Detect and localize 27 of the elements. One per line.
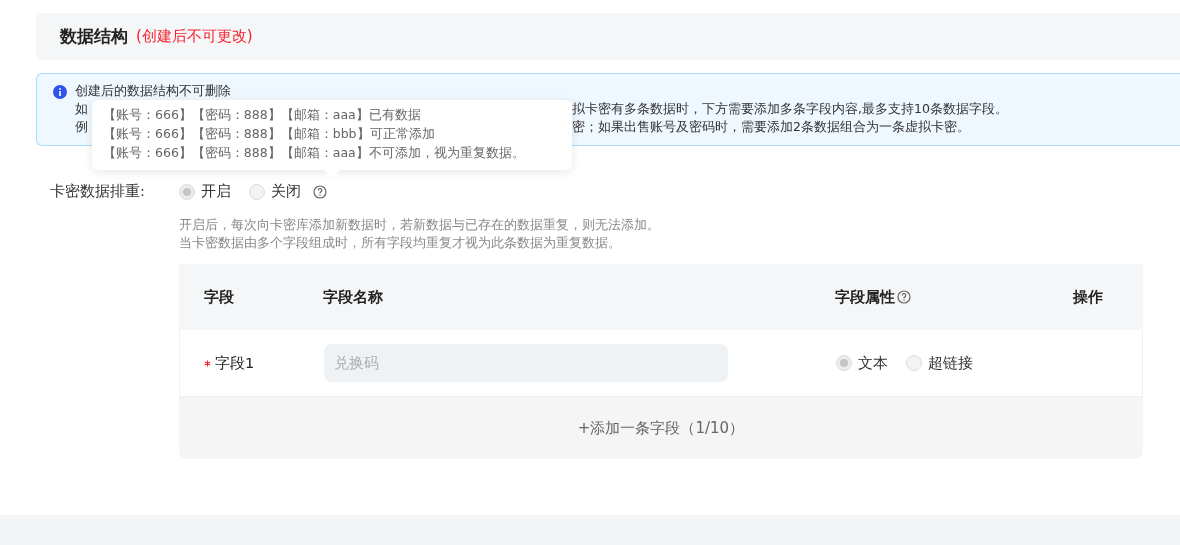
- field-label: 卡密数据排重:: [49, 182, 146, 201]
- notice-text: 密；如果出售账号及密码时，需要添加2条数据组合为一条虚拟卡密。: [572, 118, 970, 136]
- column-header: 字段: [204, 287, 234, 307]
- help-icon[interactable]: [313, 184, 327, 199]
- help-icon[interactable]: [897, 290, 911, 304]
- section-note: (创建后不可更改): [136, 27, 253, 46]
- tooltip-text: 【账号：666】【密码：888】【邮箱：bbb】可正常添加: [103, 125, 436, 143]
- radio-option[interactable]: 关闭: [249, 182, 301, 201]
- column-header: 字段属性: [835, 287, 895, 307]
- radio-option[interactable]: 超链接: [906, 353, 973, 373]
- notice-text: 创建后的数据结构不可删除: [75, 82, 232, 100]
- column-header: 操作: [1073, 287, 1103, 307]
- notice-text: 如: [75, 100, 88, 118]
- notice-text: 例: [75, 118, 88, 136]
- input-field[interactable]: 兑换码: [324, 344, 728, 382]
- add-field-button[interactable]: +添加一条字段（1/10）: [179, 397, 1143, 459]
- notice-text: 拟卡密有多条数据时，下方需要添加多条字段内容,最多支持10条数据字段。: [572, 100, 1008, 118]
- radio-option[interactable]: 文本: [836, 353, 888, 373]
- field-name: 字段1: [215, 353, 255, 373]
- column-header: 字段名称: [323, 287, 383, 307]
- section-title: 数据结构: [60, 25, 128, 48]
- radio-option[interactable]: 开启: [179, 182, 231, 201]
- help-text: 开启后，每次向卡密库添加新数据时，若新数据与已存在的数据重复，则无法添加。: [179, 216, 661, 234]
- tooltip-text: 【账号：666】【密码：888】【邮箱：aaa】不可添加，视为重复数据。: [103, 144, 526, 162]
- tooltip-text: 【账号：666】【密码：888】【邮箱：aaa】已有数据: [103, 106, 422, 124]
- info-icon: [53, 85, 67, 99]
- help-text: 当卡密数据由多个字段组成时，所有字段均重复才视为此条数据为重复数据。: [179, 234, 622, 252]
